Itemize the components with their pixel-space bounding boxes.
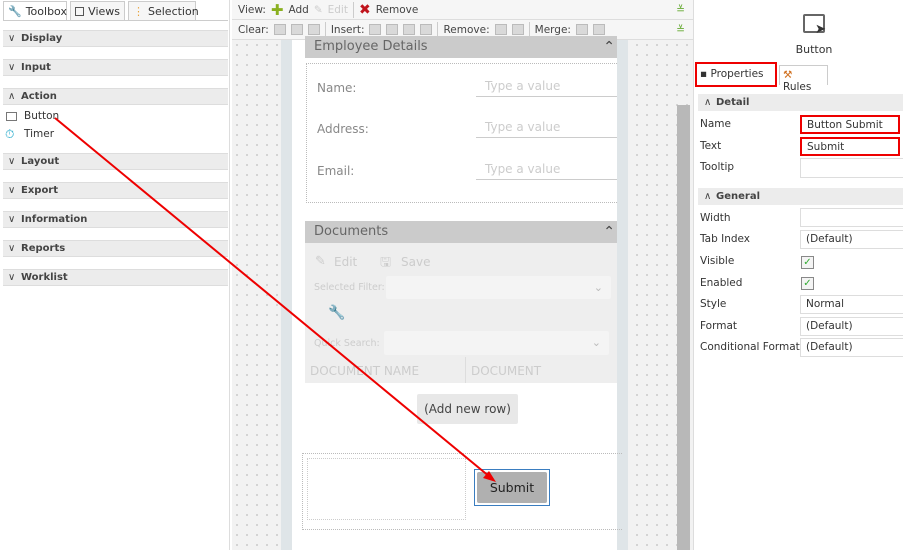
submit-button[interactable]: Submit (477, 472, 547, 503)
chevron-down-icon: ∨ (8, 185, 16, 196)
section-action[interactable]: ∧ Action (3, 88, 228, 105)
properties-panel: ➤ Button ▪ Properties ⚒ Rules ∧ Detail Na… (693, 0, 903, 550)
insert-row-icon[interactable] (403, 24, 416, 35)
chevron-down-icon: ∨ (8, 272, 16, 283)
views-icon (75, 7, 85, 16)
form-view: Employee Details ⌃ Name: Type a value Add… (292, 36, 622, 550)
add-button[interactable]: Add (288, 4, 308, 16)
remove-column-icon[interactable] (494, 24, 507, 35)
tab-views[interactable]: Views (70, 1, 125, 21)
quick-search-dropdown[interactable]: ⌄ (384, 331, 609, 355)
view-toolbar: View: ✚ Add ✎ Edit ✖ Remove ≚ (232, 0, 693, 20)
insert-column-icon[interactable] (386, 24, 399, 35)
selected-filter-dropdown[interactable]: ⌄ (386, 276, 611, 299)
chevron-up-icon: ∧ (704, 191, 712, 202)
remove-row-icon[interactable] (511, 24, 524, 35)
employee-details-header[interactable]: Employee Details ⌃ (305, 36, 617, 58)
merge-icon[interactable] (592, 24, 605, 35)
properties-icon: ▪ (700, 68, 708, 80)
timer-icon: ⏱ (5, 127, 15, 141)
save-button[interactable]: Save (401, 255, 430, 269)
format-field[interactable]: (Default) (800, 317, 903, 336)
pencil-icon: ✎ (315, 254, 326, 269)
name-input[interactable]: Type a value (476, 77, 617, 97)
chevron-up-icon[interactable]: ⌃ (603, 36, 615, 58)
tooltip-field[interactable] (800, 158, 903, 178)
section-input[interactable]: ∨ Input (3, 59, 228, 76)
section-information[interactable]: ∨ Information (3, 211, 228, 228)
wrench-icon[interactable]: 🔧 (328, 305, 345, 321)
toolbox-panel: 🔧 Toolbox Views ⋮ Selection ∨ Display ∨ Inpu… (0, 0, 230, 550)
insert-row-icon[interactable] (420, 24, 433, 35)
toolbox-item-timer[interactable]: Timer (24, 128, 54, 140)
tab-properties[interactable]: ▪ Properties (695, 62, 777, 87)
section-reports[interactable]: ∨ Reports (3, 240, 228, 257)
text-field[interactable]: Submit (800, 137, 900, 156)
column-header-document[interactable]: DOCUMENT (471, 364, 541, 378)
scrollbar[interactable] (677, 105, 690, 550)
chevron-down-icon: ∨ (8, 243, 16, 254)
chevron-down-icon: ∨ (8, 62, 16, 73)
conditional-format-field[interactable]: (Default) (800, 338, 903, 357)
chevron-up-icon: ∧ (704, 97, 712, 108)
collapse-icon[interactable]: ≚ (676, 4, 685, 16)
section-layout[interactable]: ∨ Layout (3, 153, 228, 170)
gavel-icon: ⚒ (783, 69, 793, 81)
add-icon: ✚ (270, 0, 284, 19)
enabled-checkbox[interactable]: ✓ (801, 277, 814, 290)
section-display[interactable]: ∨ Display (3, 30, 228, 47)
style-field[interactable]: Normal (800, 295, 903, 314)
edit-button[interactable]: Edit (334, 255, 357, 269)
general-header[interactable]: ∧ General (698, 188, 903, 205)
edit-button[interactable]: Edit (328, 4, 348, 16)
section-worklist[interactable]: ∨ Worklist (3, 269, 228, 286)
remove-icon: ✖ (358, 1, 371, 18)
chevron-down-icon: ∨ (8, 156, 16, 167)
remove-button[interactable]: Remove (376, 4, 419, 16)
button-cursor-icon (6, 112, 17, 121)
detail-header[interactable]: ∧ Detail (698, 94, 903, 111)
clear-icon[interactable] (307, 24, 320, 35)
insert-column-icon[interactable] (369, 24, 382, 35)
save-icon: 🖫 (380, 255, 392, 270)
add-new-row-button[interactable]: (Add new row) (417, 394, 518, 424)
submit-button-selection: Submit (474, 469, 550, 506)
pencil-icon: ✎ (313, 3, 323, 16)
clear-icon[interactable] (273, 24, 286, 35)
email-input[interactable]: Type a value (476, 160, 617, 180)
merge-icon[interactable] (575, 24, 588, 35)
tree-icon: ⋮ (133, 5, 144, 18)
name-field[interactable]: Button Submit (800, 115, 900, 134)
toolbox-item-button[interactable]: Button (24, 110, 59, 122)
tab-index-field[interactable]: (Default) (800, 230, 903, 249)
tab-rules[interactable]: ⚒ Rules (779, 65, 828, 93)
chevron-up-icon: ∧ (8, 91, 16, 102)
width-field[interactable] (800, 208, 903, 227)
clear-icon[interactable] (290, 24, 303, 35)
address-input[interactable]: Type a value (476, 118, 617, 138)
control-type-label: Button (795, 43, 833, 56)
section-export[interactable]: ∨ Export (3, 182, 228, 199)
tab-toolbox[interactable]: 🔧 Toolbox (3, 1, 67, 21)
tab-selection[interactable]: ⋮ Selection (128, 1, 199, 21)
chevron-down-icon: ∨ (8, 33, 16, 44)
collapse-icon[interactable]: ≚ (676, 24, 685, 36)
documents-header[interactable]: Documents ⌃ (305, 221, 617, 243)
column-header-document-name[interactable]: DOCUMENT NAME (310, 364, 419, 378)
chevron-up-icon[interactable]: ⌃ (603, 221, 615, 243)
wrench-icon: 🔧 (8, 5, 22, 18)
visible-checkbox[interactable]: ✓ (801, 256, 814, 269)
chevron-down-icon: ∨ (8, 214, 16, 225)
